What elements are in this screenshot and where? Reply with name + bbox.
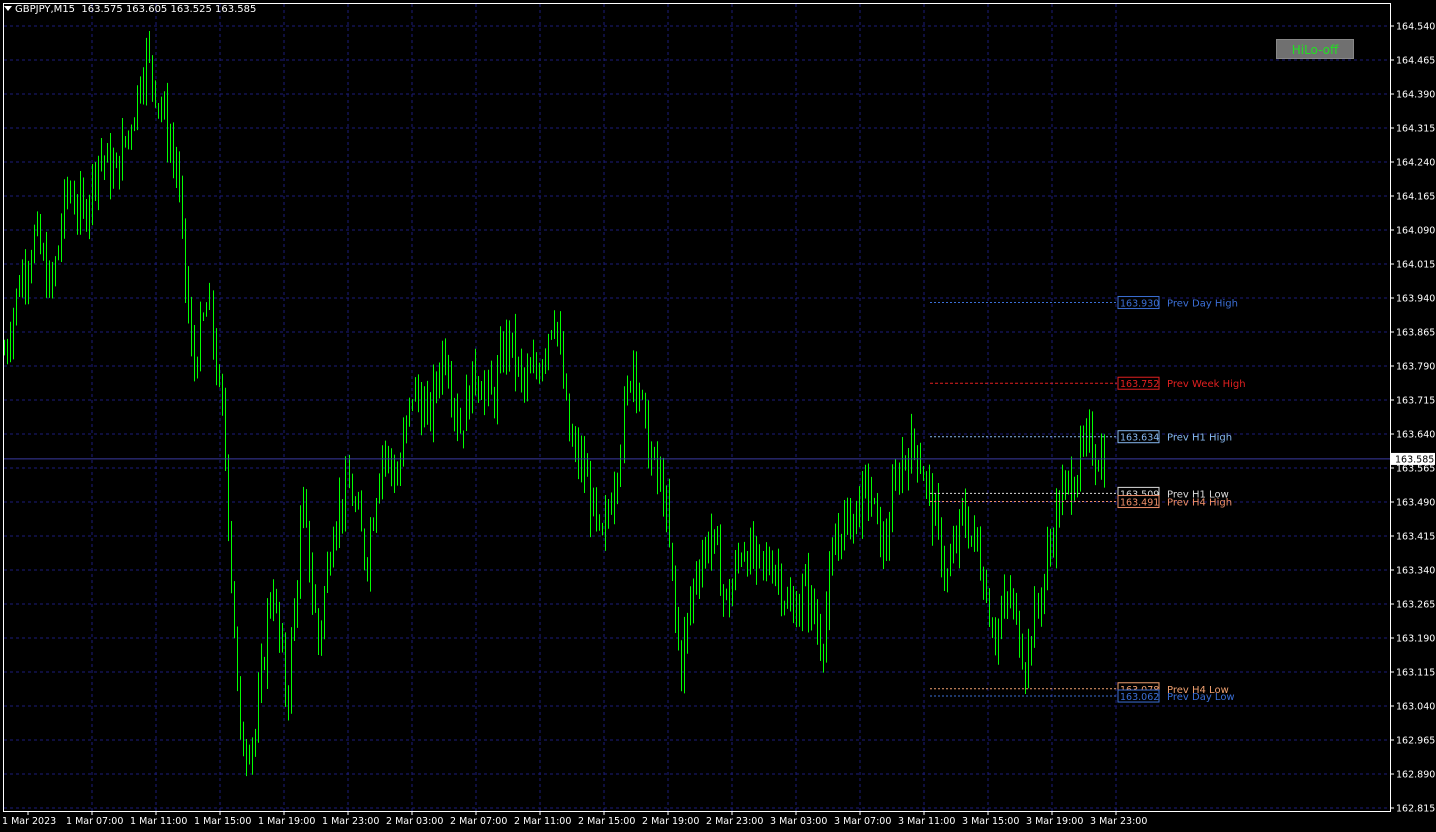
price-tick-label: 164.390 <box>1396 90 1435 101</box>
level-name-label: Prev H4 High <box>1167 498 1232 509</box>
time-tick-label: 2 Mar 23:00 <box>706 816 763 827</box>
time-tick-label: 3 Mar 11:00 <box>898 816 955 827</box>
price-tick-label: 162.815 <box>1396 804 1435 815</box>
level-price-label: 163.930 <box>1120 299 1159 310</box>
price-tick-label: 163.340 <box>1396 566 1435 577</box>
price-tick-label: 163.415 <box>1396 532 1435 543</box>
symbol-label: GBPJPY,M15 <box>15 4 76 15</box>
time-tick-label: 2 Mar 03:00 <box>386 816 443 827</box>
price-tick-label: 163.265 <box>1396 600 1435 611</box>
price-tick-label: 163.190 <box>1396 634 1435 645</box>
time-tick-label: 2 Mar 11:00 <box>514 816 571 827</box>
price-tick-label: 163.715 <box>1396 396 1435 407</box>
time-tick-label: 1 Mar 15:00 <box>194 816 251 827</box>
time-tick-label: 3 Mar 23:00 <box>1090 816 1147 827</box>
level-price-label: 163.752 <box>1120 379 1159 390</box>
menu-triangle-icon[interactable] <box>4 6 12 11</box>
time-tick-label: 2 Mar 15:00 <box>578 816 635 827</box>
price-chart[interactable]: 163.930 Prev Day High 163.752 Prev Week Hig… <box>0 0 1436 832</box>
price-tick-label: 163.640 <box>1396 430 1435 441</box>
ohlc-readout: 163.575 163.605 163.525 163.585 <box>81 4 257 15</box>
level-price-label: 163.634 <box>1120 433 1159 444</box>
price-tick-label: 163.865 <box>1396 328 1435 339</box>
current-price-label: 163.585 <box>1395 454 1434 465</box>
hilo-toggle-button[interactable]: HiLo-off <box>1276 39 1354 59</box>
price-tick-label: 164.540 <box>1396 22 1435 33</box>
price-tick-label: 164.015 <box>1396 260 1435 271</box>
time-tick-label: 1 Mar 19:00 <box>258 816 315 827</box>
time-tick-label: 1 Mar 23:00 <box>322 816 379 827</box>
price-tick-label: 163.490 <box>1396 498 1435 509</box>
time-tick-label: 3 Mar 15:00 <box>962 816 1019 827</box>
price-tick-label: 162.890 <box>1396 770 1435 781</box>
price-tick-label: 164.465 <box>1396 56 1435 67</box>
level-name-label: Prev Week High <box>1167 379 1246 390</box>
level-price-label: 163.491 <box>1120 498 1159 509</box>
time-tick-label: 2 Mar 07:00 <box>450 816 507 827</box>
price-tick-label: 162.965 <box>1396 736 1435 747</box>
time-tick-label: 3 Mar 19:00 <box>1026 816 1083 827</box>
price-tick-label: 164.315 <box>1396 124 1435 135</box>
time-tick-label: 3 Mar 03:00 <box>770 816 827 827</box>
time-tick-label: 2 Mar 19:00 <box>642 816 699 827</box>
time-tick-label: 1 Mar 2023 <box>2 816 56 827</box>
price-tick-label: 164.165 <box>1396 192 1435 203</box>
price-tick-label: 164.240 <box>1396 158 1435 169</box>
price-tick-label: 163.790 <box>1396 362 1435 373</box>
level-name-label: Prev Day Low <box>1167 692 1235 703</box>
chart-header: GBPJPY,M15 163.575 163.605 163.525 163.5… <box>4 4 256 15</box>
time-tick-label: 1 Mar 07:00 <box>66 816 123 827</box>
level-name-label: Prev Day High <box>1167 299 1238 310</box>
price-tick-label: 164.090 <box>1396 226 1435 237</box>
level-name-label: Prev H1 High <box>1167 433 1232 444</box>
level-price-label: 163.062 <box>1120 692 1159 703</box>
price-tick-label: 163.940 <box>1396 294 1435 305</box>
price-tick-label: 163.040 <box>1396 702 1435 713</box>
price-tick-label: 163.115 <box>1396 668 1435 679</box>
time-tick-label: 3 Mar 07:00 <box>834 816 891 827</box>
time-tick-label: 1 Mar 11:00 <box>130 816 187 827</box>
